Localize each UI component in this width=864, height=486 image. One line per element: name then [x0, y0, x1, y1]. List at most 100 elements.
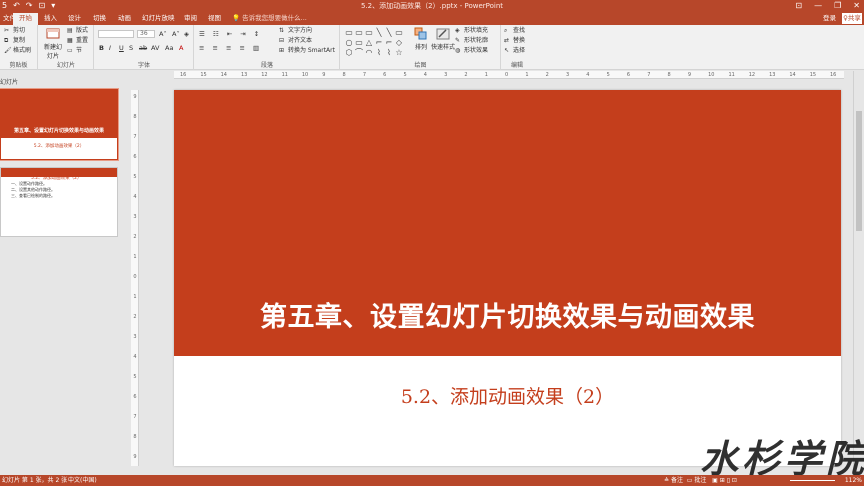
shape-rect2-icon[interactable]: ▭ [394, 28, 404, 38]
comments-icon[interactable]: ▭ [687, 477, 693, 484]
ribbon-display-icon[interactable]: ⊡ [795, 0, 802, 12]
reset-button[interactable]: ▦ 重置 [67, 37, 88, 45]
shape-diamond-icon[interactable]: ◇ [394, 38, 404, 48]
ruler-tick: 5 [133, 374, 137, 380]
tab-insert[interactable]: 插入 [44, 14, 57, 23]
bold-button[interactable]: B [99, 44, 104, 52]
slideshow-view-icon[interactable]: ⊡ [732, 477, 737, 484]
normal-view-icon[interactable]: ▣ [712, 477, 718, 484]
slide-title[interactable]: 第五章、设置幻灯片切换效果与动画效果 [174, 295, 841, 334]
cursor-icon: ↖ [504, 47, 510, 54]
login-link[interactable]: 登录 [823, 14, 836, 23]
language-indicator[interactable]: 中文(中国) [68, 475, 97, 486]
shape-arrow-icon[interactable]: ╲ [384, 28, 394, 38]
text-direction-button[interactable]: ⇅ 文字方向 [279, 27, 312, 35]
shape-elbow-icon[interactable]: ⌐ [374, 38, 384, 48]
shape-textbox-icon[interactable]: ▭ [354, 28, 364, 38]
vertical-scrollbar[interactable] [853, 71, 864, 475]
tab-animations[interactable]: 动画 [118, 14, 131, 23]
find-button[interactable]: ⌕ 查找 [504, 27, 525, 35]
shape-star-icon[interactable]: ☆ [394, 48, 404, 58]
minimize-icon[interactable]: — [814, 0, 822, 12]
shape-oval-icon[interactable]: ○ [344, 38, 354, 48]
quick-styles-button[interactable]: 快速样式 [431, 27, 455, 51]
ruler-tick: 5 [606, 72, 610, 78]
font-group-label: 字体 [137, 62, 150, 69]
list-buttons[interactable]: ☰ ☷ ⇤ ⇥ ↕ [199, 30, 262, 38]
convert-smartart-button[interactable]: ⊞ 转换为 SmartArt [279, 47, 335, 55]
shape-freeform-icon[interactable]: ⌇ [374, 48, 384, 58]
font-size-combo[interactable]: 36 [137, 30, 155, 38]
shapes-gallery[interactable]: ▭ ▭ ▭ ╲ ╲ ▭ ○ ▭ △ ⌐ ⌐ ◇ ⬡ ⌒ ◠ ⌇ ⌇ ☆ [344, 28, 406, 58]
ruler-tick: 7 [647, 72, 651, 78]
copy-button[interactable]: ⧉ 复制 [4, 37, 25, 45]
slide-thumbnail-1[interactable]: 第五章、设置幻灯片切换效果与动画效果 5.2、添加动画效果（2） [0, 89, 118, 160]
clear-format-icon[interactable]: ◈ [184, 30, 189, 38]
drawing-group-label: 绘图 [414, 62, 427, 69]
tab-transitions[interactable]: 切换 [93, 14, 106, 23]
share-button[interactable]: ♀共享 [842, 13, 862, 24]
shape-curve-icon[interactable]: ◠ [364, 48, 374, 58]
drawing-group: ▭ ▭ ▭ ╲ ╲ ▭ ○ ▭ △ ⌐ ⌐ ◇ ⬡ ⌒ ◠ ⌇ ⌇ ☆ 排列 快… [341, 25, 501, 70]
scrollbar-thumb[interactable] [856, 111, 862, 231]
slide-subtitle[interactable]: 5.2、添加动画效果（2） [174, 382, 841, 409]
status-bar: 幻灯片 第 1 张，共 2 张 中文(中国) ≙ 备注 ▭ 批注 ▣ ⊞ ▯ ⊡… [0, 475, 864, 486]
tab-slideshow[interactable]: 幻灯片放映 [142, 14, 175, 23]
zoom-slider[interactable] [790, 480, 835, 481]
format-painter-button[interactable]: 🖌格式刷 [4, 47, 31, 55]
font-name-combo[interactable] [98, 30, 134, 38]
cut-button[interactable]: ✂ 剪切 [4, 27, 25, 35]
tab-home[interactable]: 开始 [13, 13, 38, 25]
grow-font-icon[interactable]: A˄ [159, 30, 167, 38]
shape-vtextbox-icon[interactable]: ▭ [364, 28, 374, 38]
arrange-icon [414, 27, 427, 40]
underline-button[interactable]: U [119, 44, 124, 52]
close-icon[interactable]: ✕ [853, 0, 860, 12]
shape-scribble-icon[interactable]: ⌇ [384, 48, 394, 58]
align-buttons[interactable]: ≡ ≡ ≡ ≡ ▥ [199, 44, 262, 52]
layout-button[interactable]: ▤ 版式 [67, 27, 88, 35]
shape-line-icon[interactable]: ╲ [374, 28, 384, 38]
ruler-tick: 3 [565, 72, 570, 78]
reading-view-icon[interactable]: ▯ [727, 477, 730, 484]
shadow-button[interactable]: S [129, 44, 133, 52]
new-slide-button[interactable]: 新建幻灯片 [42, 27, 64, 60]
section-button[interactable]: ▭ 节 [67, 47, 82, 55]
italic-button[interactable]: I [109, 44, 111, 52]
shape-fill-button[interactable]: ◈ 形状填充 [455, 27, 488, 35]
shape-effects-button[interactable]: ◍ 形状效果 [455, 47, 488, 55]
ruler-tick: 2 [133, 234, 137, 240]
replace-button[interactable]: ⇄ 替换 [504, 37, 525, 45]
tell-me-search[interactable]: 💡 告诉我您想要做什么... [232, 14, 307, 23]
window-title: 5.2、添加动画效果（2）.pptx - PowerPoint [360, 2, 504, 10]
arrange-button[interactable]: 排列 [411, 27, 431, 51]
sorter-view-icon[interactable]: ⊞ [720, 477, 725, 484]
shrink-font-icon[interactable]: A˅ [172, 30, 180, 38]
comments-button[interactable]: 批注 [694, 477, 706, 484]
shape-rounded-icon[interactable]: ▭ [354, 38, 364, 48]
shape-hexagon-icon[interactable]: ⬡ [344, 48, 354, 58]
slide-canvas[interactable]: 第五章、设置幻灯片切换效果与动画效果 5.2、添加动画效果（2） [174, 90, 841, 466]
replace-icon: ⇄ [504, 37, 510, 44]
slide-thumbnail-2[interactable]: 5.2、添加动画效果（2） 一、设置动作路径。 二、设置其他动作路径。 三、查看… [0, 167, 118, 237]
shape-elbow2-icon[interactable]: ⌐ [384, 38, 394, 48]
shape-arc-icon[interactable]: ⌒ [354, 48, 364, 58]
ruler-tick: 9 [687, 72, 691, 78]
align-text-button[interactable]: ⊟ 对齐文本 [279, 37, 312, 45]
tab-review[interactable]: 审阅 [184, 14, 197, 23]
tab-view[interactable]: 视图 [208, 14, 221, 23]
zoom-level[interactable]: 112% [845, 475, 862, 486]
shape-triangle-icon[interactable]: △ [364, 38, 374, 48]
select-button[interactable]: ↖ 选择 [504, 47, 525, 55]
strikethrough-button[interactable]: ab [139, 44, 147, 52]
shape-rect-icon[interactable]: ▭ [344, 28, 354, 38]
spacing-button[interactable]: AV [151, 44, 159, 52]
notes-button[interactable]: 备注 [671, 477, 683, 484]
restore-icon[interactable]: ❐ [834, 0, 841, 12]
change-case-button[interactable]: Aa [165, 44, 173, 52]
notes-icon[interactable]: ≙ [664, 477, 669, 484]
tab-design[interactable]: 设计 [68, 14, 81, 23]
shape-outline-button[interactable]: ✎ 形状轮廓 [455, 37, 488, 45]
font-color-button[interactable]: A [179, 44, 183, 52]
slides-group-label: 幻灯片 [56, 62, 75, 69]
